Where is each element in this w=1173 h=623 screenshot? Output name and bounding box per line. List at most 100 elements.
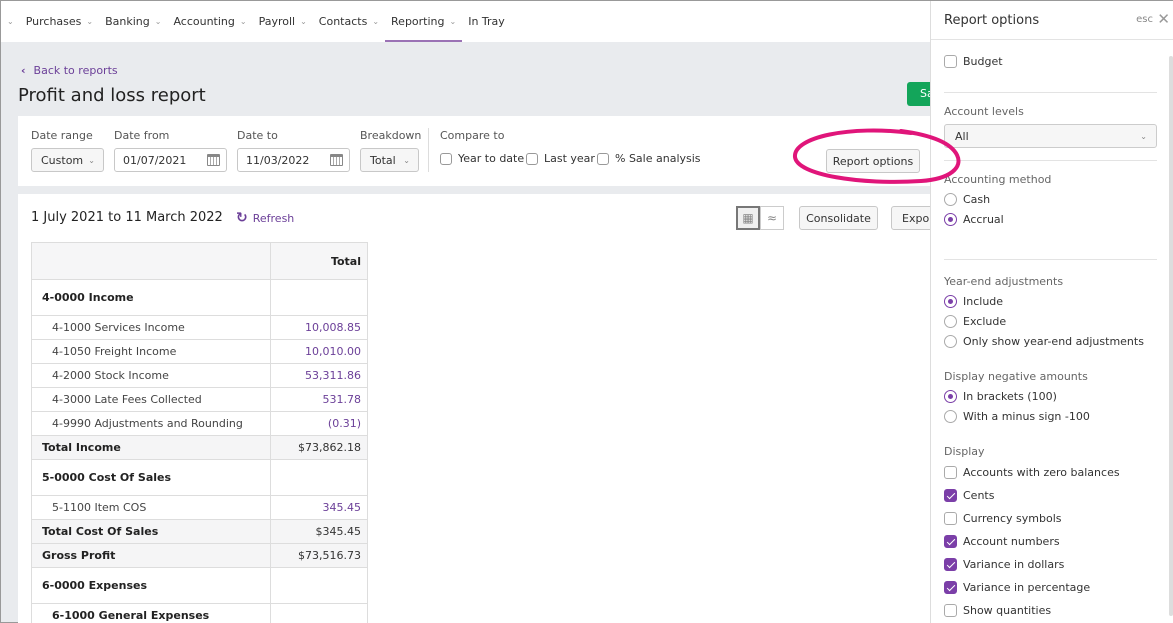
display-option-checkbox[interactable]: Accounts with zero balances xyxy=(944,461,1157,484)
divider xyxy=(944,92,1157,93)
option-label: Only show year-end adjustments xyxy=(963,334,1144,348)
nav-contacts[interactable]: Contacts ⌄ xyxy=(313,1,385,42)
calendar-icon[interactable] xyxy=(330,154,343,166)
checkbox-checked-icon[interactable] xyxy=(944,535,957,548)
account-name: Gross Profit xyxy=(31,543,271,568)
breakdown-label: Breakdown xyxy=(360,129,422,142)
year-end-label: Year-end adjustments xyxy=(944,275,1064,288)
checkbox-checked-icon[interactable] xyxy=(944,489,957,502)
account-amount[interactable]: 10,008.85 xyxy=(270,315,368,340)
nav-reporting[interactable]: Reporting ⌄ xyxy=(385,1,463,42)
year-end-exclude-radio[interactable]: Exclude xyxy=(944,311,1157,331)
option-label: Cash xyxy=(963,192,991,206)
panel-header: Report options esc ✕ xyxy=(931,1,1173,40)
close-icon[interactable]: ✕ xyxy=(1157,10,1170,28)
display-option-checkbox[interactable]: Cents xyxy=(944,484,1157,507)
table-view-icon[interactable]: ▦ xyxy=(736,206,760,230)
panel-scrollbar[interactable] xyxy=(1169,56,1173,616)
profit-loss-table: Total 4-0000 Income 4-1000 Services Incom… xyxy=(31,242,368,623)
account-name: 6-1000 General Expenses xyxy=(31,603,271,623)
checkbox-icon[interactable] xyxy=(944,466,957,479)
nav-accounting[interactable]: Accounting ⌄ xyxy=(167,1,252,42)
divider xyxy=(428,128,429,172)
chevron-down-icon: ⌄ xyxy=(300,17,307,26)
table-row[interactable]: 4-1000 Services Income 10,008.85 xyxy=(31,315,368,340)
option-label: Account numbers xyxy=(963,535,1060,548)
display-option-checkbox[interactable]: Currency symbols xyxy=(944,507,1157,530)
display-option-checkbox[interactable]: Variance in percentage xyxy=(944,576,1157,599)
accounting-method-accrual-radio[interactable]: Accrual xyxy=(944,209,1157,229)
table-row[interactable]: 4-3000 Late Fees Collected 531.78 xyxy=(31,387,368,412)
account-levels-section: Account levels All ⌄ xyxy=(944,105,1157,148)
radio-icon[interactable] xyxy=(944,314,957,328)
radio-selected-icon[interactable] xyxy=(944,389,957,403)
filter-bar: Date range Custom ⌄ Date from 01/07/2021… xyxy=(18,116,938,186)
account-amount[interactable]: 531.78 xyxy=(270,387,368,412)
radio-icon[interactable] xyxy=(944,334,957,348)
chevron-down-icon[interactable]: ⌄ xyxy=(7,17,14,26)
checkbox-checked-icon[interactable] xyxy=(944,581,957,594)
option-label: With a minus sign -100 xyxy=(963,409,1090,423)
report-options-button[interactable]: Report options xyxy=(826,149,920,173)
budget-section: Budget xyxy=(944,51,1157,71)
year-end-only-radio[interactable]: Only show year-end adjustments xyxy=(944,331,1157,351)
account-amount[interactable]: 345.45 xyxy=(270,495,368,520)
calendar-icon[interactable] xyxy=(207,154,220,166)
consolidate-button[interactable]: Consolidate xyxy=(799,206,878,230)
nav-label: Payroll xyxy=(258,15,296,28)
checkbox-icon[interactable] xyxy=(944,512,957,525)
total-column-header: Total xyxy=(270,242,368,280)
account-levels-select[interactable]: All ⌄ xyxy=(944,124,1157,148)
table-row[interactable]: 5-1100 Item COS 345.45 xyxy=(31,495,368,520)
negative-minus-radio[interactable]: With a minus sign -100 xyxy=(944,406,1157,426)
chart-view-icon[interactable]: ≈ xyxy=(760,206,784,230)
date-from-label: Date from xyxy=(114,129,170,142)
checkbox-icon[interactable] xyxy=(526,152,538,165)
back-to-reports-link[interactable]: ‹ Back to reports xyxy=(21,64,118,77)
negative-brackets-radio[interactable]: In brackets (100) xyxy=(944,386,1157,406)
checkbox-icon[interactable] xyxy=(944,604,957,617)
account-amount[interactable]: (0.31) xyxy=(270,411,368,436)
display-option-checkbox[interactable]: Variance in dollars xyxy=(944,553,1157,576)
date-from-input[interactable]: 01/07/2021 xyxy=(114,148,227,172)
account-name: 5-1100 Item COS xyxy=(31,495,271,520)
table-row[interactable]: 4-9990 Adjustments and Rounding (0.31) xyxy=(31,411,368,436)
checkbox-icon[interactable] xyxy=(597,152,609,165)
display-option-checkbox[interactable]: Show quantities xyxy=(944,599,1157,622)
refresh-button[interactable]: ↻ Refresh xyxy=(236,210,294,226)
checkbox-icon[interactable] xyxy=(944,54,957,68)
nav-label: Banking xyxy=(105,15,150,28)
nav-purchases[interactable]: Purchases ⌄ xyxy=(20,1,99,42)
account-name: 4-3000 Late Fees Collected xyxy=(31,387,271,412)
account-amount[interactable]: 53,311.86 xyxy=(270,363,368,388)
compare-last-year-checkbox[interactable]: Last year xyxy=(526,152,595,165)
year-end-include-radio[interactable]: Include xyxy=(944,291,1157,311)
account-amount[interactable]: 10,010.00 xyxy=(270,339,368,364)
nav-payroll[interactable]: Payroll ⌄ xyxy=(253,1,313,42)
accounting-method-cash-radio[interactable]: Cash xyxy=(944,189,1157,209)
nav-banking[interactable]: Banking ⌄ xyxy=(99,1,167,42)
back-label: Back to reports xyxy=(33,64,118,77)
radio-icon[interactable] xyxy=(944,409,957,423)
display-option-checkbox[interactable]: Account numbers xyxy=(944,530,1157,553)
checkbox-checked-icon[interactable] xyxy=(944,558,957,571)
radio-icon[interactable] xyxy=(944,192,957,206)
account-name: 6-0000 Expenses xyxy=(31,567,271,604)
breakdown-select[interactable]: Total ⌄ xyxy=(360,148,419,172)
option-label: Currency symbols xyxy=(963,512,1062,525)
compare-year-to-date-checkbox[interactable]: Year to date xyxy=(440,152,524,165)
budget-checkbox[interactable]: Budget xyxy=(944,51,1157,71)
date-range-label: Date range xyxy=(31,129,93,142)
table-row[interactable]: 4-2000 Stock Income 53,311.86 xyxy=(31,363,368,388)
nav-in-tray[interactable]: In Tray xyxy=(462,1,511,42)
table-group-row: 5-0000 Cost Of Sales xyxy=(31,459,368,496)
checkbox-icon[interactable] xyxy=(440,152,452,165)
radio-selected-icon[interactable] xyxy=(944,294,957,308)
compare-sale-analysis-checkbox[interactable]: % Sale analysis xyxy=(597,152,701,165)
date-to-input[interactable]: 11/03/2022 xyxy=(237,148,350,172)
radio-selected-icon[interactable] xyxy=(944,212,957,226)
nav-label: Reporting xyxy=(391,15,445,28)
date-range-select[interactable]: Custom ⌄ xyxy=(31,148,104,172)
accounting-method-label: Accounting method xyxy=(944,173,1052,186)
table-row[interactable]: 4-1050 Freight Income 10,010.00 xyxy=(31,339,368,364)
